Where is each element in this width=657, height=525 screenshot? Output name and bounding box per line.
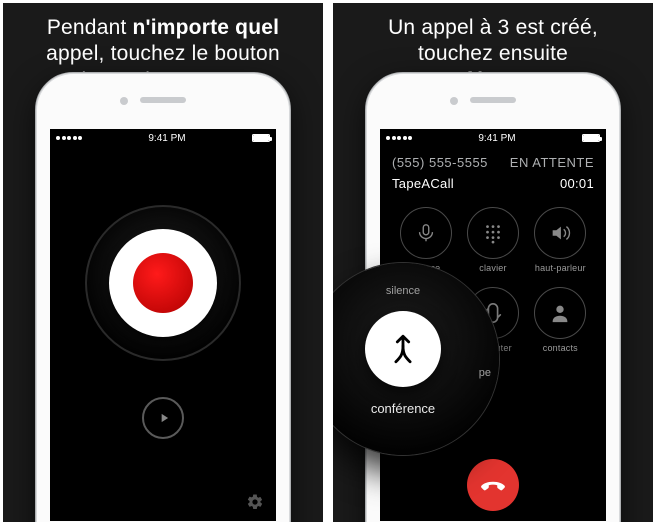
- record-ring: [109, 229, 217, 337]
- caption-text: Un appel à 3 est créé, touchez ensuite: [388, 16, 598, 65]
- caption-text: Pendant: [47, 16, 133, 39]
- status-bar: 9:41 PM: [380, 129, 606, 145]
- signal-dots-icon: [56, 136, 82, 140]
- battery-icon: [252, 134, 270, 142]
- conference-label: conférence: [371, 401, 435, 416]
- settings-button[interactable]: [246, 493, 264, 511]
- hangup-icon: [480, 472, 506, 498]
- record-dot-icon: [133, 253, 193, 313]
- signal-dots-icon: [386, 136, 412, 140]
- promo-panel-right: Un appel à 3 est créé, touchez ensuite c…: [333, 3, 653, 522]
- keypad-icon: [482, 222, 504, 244]
- speaker-label: haut-parleur: [535, 263, 586, 273]
- mute-button[interactable]: [400, 207, 452, 259]
- contacts-button[interactable]: [534, 287, 586, 339]
- conference-button[interactable]: [365, 311, 441, 387]
- battery-icon: [582, 134, 600, 142]
- mute-icon: [415, 222, 437, 244]
- keypad-label: clavier: [479, 263, 506, 273]
- merge-icon: [386, 332, 420, 366]
- end-call-button[interactable]: [467, 459, 519, 511]
- speaker-button[interactable]: [534, 207, 586, 259]
- phone-earpiece: [140, 97, 186, 103]
- speaker-icon: [549, 222, 571, 244]
- play-icon: [157, 411, 171, 425]
- zoom-partial-label: pe: [479, 367, 491, 379]
- call-header: (555) 555-5555 EN ATTENTE TapeACall 00:0…: [380, 145, 606, 195]
- play-button[interactable]: [142, 397, 184, 439]
- status-bar: 9:41 PM: [50, 129, 276, 145]
- call-status: EN ATTENTE: [510, 155, 594, 170]
- phone-earpiece: [470, 97, 516, 103]
- phone-screen: 9:41 PM: [50, 129, 276, 521]
- promo-panel-left: Pendant n'importe quel appel, touchez le…: [3, 3, 323, 522]
- phone-frame: 9:41 PM: [35, 72, 291, 522]
- front-camera: [450, 97, 458, 105]
- front-camera: [120, 97, 128, 105]
- call-timer: 00:01: [560, 176, 594, 191]
- caption-bold: n'importe quel: [133, 16, 280, 39]
- gear-icon: [246, 493, 264, 511]
- record-button[interactable]: [85, 205, 241, 361]
- contacts-icon: [549, 302, 571, 324]
- keypad-button[interactable]: [467, 207, 519, 259]
- caller-name: TapeACall: [392, 176, 454, 191]
- status-time: 9:41 PM: [478, 133, 515, 144]
- status-time: 9:41 PM: [148, 133, 185, 144]
- caller-number: (555) 555-5555: [392, 155, 488, 170]
- contacts-label: contacts: [543, 343, 578, 353]
- zoom-silence-label: silence: [386, 285, 420, 297]
